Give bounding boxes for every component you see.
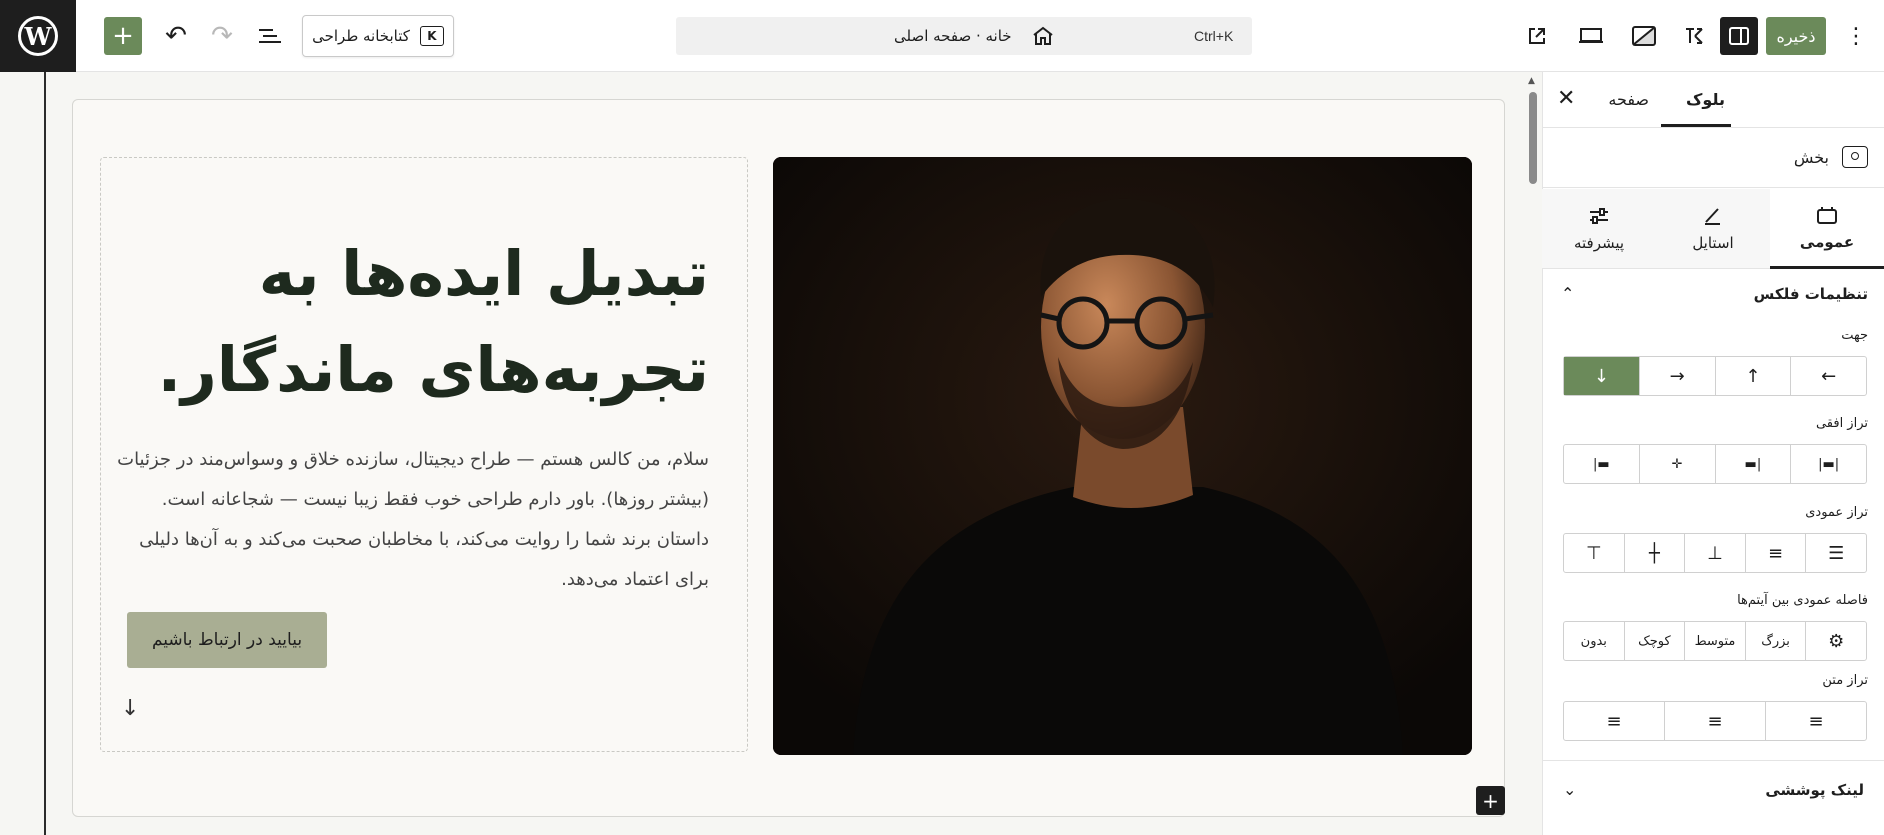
direction-control: ↓ → ↑ ← <box>1563 356 1867 396</box>
styles-button[interactable] <box>1625 17 1663 55</box>
hero-heading-line-2: تجربه‌های ماندگار. <box>157 333 709 406</box>
hero-text-group[interactable]: تبدیل ایده‌ها به تجربه‌های ماندگار. سلام… <box>100 157 748 752</box>
text-align-right-option[interactable]: ≡ <box>1765 702 1866 740</box>
brush-icon <box>1705 208 1720 225</box>
gap-custom-icon[interactable]: ⚙ <box>1805 622 1866 660</box>
align-space-between-option[interactable]: ≡ <box>1744 534 1806 572</box>
settings-sidebar: بلوک صفحه ✕ بخش عمومی استایل پیشرفته تنظ… <box>1542 72 1884 835</box>
hero-paragraph[interactable]: سلام، من کالس هستم — طراح دیجیتال، سازند… <box>109 440 709 600</box>
wordpress-logo[interactable]: W <box>0 0 76 72</box>
scroll-down-icon[interactable]: ↓ <box>121 696 139 721</box>
direction-left-option[interactable]: ← <box>1790 357 1866 395</box>
justify-control: |▬ ✛ ▬| |▬| <box>1563 444 1867 484</box>
contact-button[interactable]: بیایید در ارتباط باشیم <box>127 612 327 668</box>
direction-down-option[interactable]: ↓ <box>1564 357 1639 395</box>
align-middle-option[interactable]: ┼ <box>1623 534 1685 572</box>
direction-label: جهت <box>1841 328 1868 343</box>
scrollbar-thumb[interactable] <box>1529 92 1537 184</box>
style-book-icon <box>1632 26 1656 46</box>
justify-label: تراز افقی <box>1815 416 1868 431</box>
gap-none-option[interactable]: بدون <box>1564 622 1624 660</box>
scroll-up-arrow[interactable]: ▲ <box>1528 76 1535 86</box>
tab-general-label: عمومی <box>1799 232 1855 251</box>
view-page-button[interactable] <box>1518 17 1556 55</box>
align-top-option[interactable]: ⊤ <box>1564 534 1624 572</box>
pattern-library-button[interactable]: کتابخانه طراحی K <box>302 15 454 57</box>
text-align-center-option[interactable]: ≡ <box>1664 702 1765 740</box>
block-card: بخش <box>1542 128 1884 188</box>
text-align-label: تراز متن <box>1822 673 1868 688</box>
sliders-icon <box>1590 208 1608 224</box>
device-preview-button[interactable] <box>1572 17 1610 55</box>
gap-label: فاصله عمودی بین آیتم‌ها <box>1737 593 1868 608</box>
settings-sidebar-toggle[interactable] <box>1720 17 1758 55</box>
tab-block[interactable]: بلوک <box>1686 90 1725 109</box>
sidebar-tabs: بلوک صفحه ✕ <box>1543 72 1884 128</box>
tab-advanced[interactable]: پیشرفته <box>1542 189 1656 269</box>
add-block-button[interactable]: + <box>104 17 142 55</box>
editor-canvas: ▲ تبدیل ایده‌ها به تجربه‌های ماندگار. سل… <box>0 72 1542 835</box>
justify-stretch-option[interactable]: |▬| <box>1790 445 1866 483</box>
redo-button[interactable]: ↷ <box>203 17 241 55</box>
overlay-link-title[interactable]: لینک پوششی <box>1765 781 1864 799</box>
sidebar-icon <box>1729 27 1749 45</box>
more-options-button[interactable]: ⋮ <box>1838 17 1874 55</box>
desktop-icon <box>1579 28 1603 43</box>
section-block[interactable]: تبدیل ایده‌ها به تجربه‌های ماندگار. سلام… <box>72 99 1505 817</box>
add-block-inline-button[interactable]: + <box>1476 786 1505 815</box>
section-divider <box>1543 760 1884 761</box>
direction-up-option[interactable]: ↑ <box>1714 357 1791 395</box>
portrait-photo <box>773 157 1472 755</box>
text-align-left-option[interactable]: ≡ <box>1564 702 1664 740</box>
canvas-scrollbar[interactable]: ▲ <box>1528 76 1538 831</box>
tab-advanced-label: پیشرفته <box>1573 234 1625 252</box>
settings-icon <box>1817 206 1837 224</box>
chevron-down-icon[interactable]: ⌄ <box>1563 780 1576 799</box>
text-align-control: ≡ ≡ ≡ <box>1563 701 1867 741</box>
flex-settings-title[interactable]: تنظیمات فلکس <box>1754 285 1868 303</box>
hero-heading[interactable]: تبدیل ایده‌ها به تجربه‌های ماندگار. <box>149 226 709 418</box>
gap-medium-option[interactable]: متوسط <box>1684 622 1745 660</box>
justify-left-option[interactable]: |▬ <box>1564 445 1639 483</box>
justify-right-option[interactable]: ▬| <box>1714 445 1791 483</box>
tab-style-label: استایل <box>1692 234 1734 252</box>
editor-top-bar: W + ↶ ↷ کتابخانه طراحی K Ctrl+K خانه · ص… <box>0 0 1884 72</box>
document-overview-button[interactable] <box>251 17 289 55</box>
home-icon <box>1033 26 1053 45</box>
command-shortcut: Ctrl+K <box>1194 28 1234 44</box>
command-palette-bar[interactable]: Ctrl+K خانه · صفحه اصلی <box>676 17 1252 55</box>
chevron-up-icon[interactable]: ⌃ <box>1561 284 1574 303</box>
gap-small-option[interactable]: کوچک <box>1623 622 1685 660</box>
vertical-align-control: ⊤ ┼ ⊥ ≡ ☰ <box>1563 533 1867 573</box>
tab-page[interactable]: صفحه <box>1608 90 1649 109</box>
wordpress-icon: W <box>18 16 58 56</box>
section-block-icon <box>1842 146 1868 168</box>
active-tab-indicator <box>1661 124 1731 127</box>
hero-portrait-image[interactable] <box>773 157 1472 755</box>
canvas-left-edge <box>0 72 46 835</box>
block-inspector-tabs: عمومی استایل پیشرفته <box>1542 189 1884 269</box>
sparkle-icon <box>1686 28 1703 44</box>
external-link-icon <box>1529 28 1545 44</box>
block-name: بخش <box>1793 148 1829 167</box>
tab-general[interactable]: عمومی <box>1770 189 1884 269</box>
tab-style[interactable]: استایل <box>1656 189 1770 269</box>
justify-center-option[interactable]: ✛ <box>1638 445 1715 483</box>
gap-control: بدون کوچک متوسط بزرگ ⚙ <box>1563 621 1867 661</box>
direction-right-option[interactable]: → <box>1638 357 1715 395</box>
pattern-library-label: کتابخانه طراحی <box>312 27 410 45</box>
undo-button[interactable]: ↶ <box>157 17 195 55</box>
pattern-library-icon: K <box>419 26 444 46</box>
hero-heading-line-1: تبدیل ایده‌ها به <box>258 237 709 310</box>
close-sidebar-button[interactable]: ✕ <box>1557 86 1575 111</box>
ai-tools-button[interactable] <box>1675 17 1713 55</box>
save-button[interactable]: ذخیره <box>1766 17 1826 55</box>
vertical-align-label: تراز عمودی <box>1805 505 1868 520</box>
gap-large-option[interactable]: بزرگ <box>1744 622 1806 660</box>
align-stretch-option[interactable]: ☰ <box>1805 534 1866 572</box>
align-bottom-option[interactable]: ⊥ <box>1684 534 1745 572</box>
list-view-icon <box>259 29 281 43</box>
document-title: خانه · صفحه اصلی <box>894 27 1012 45</box>
